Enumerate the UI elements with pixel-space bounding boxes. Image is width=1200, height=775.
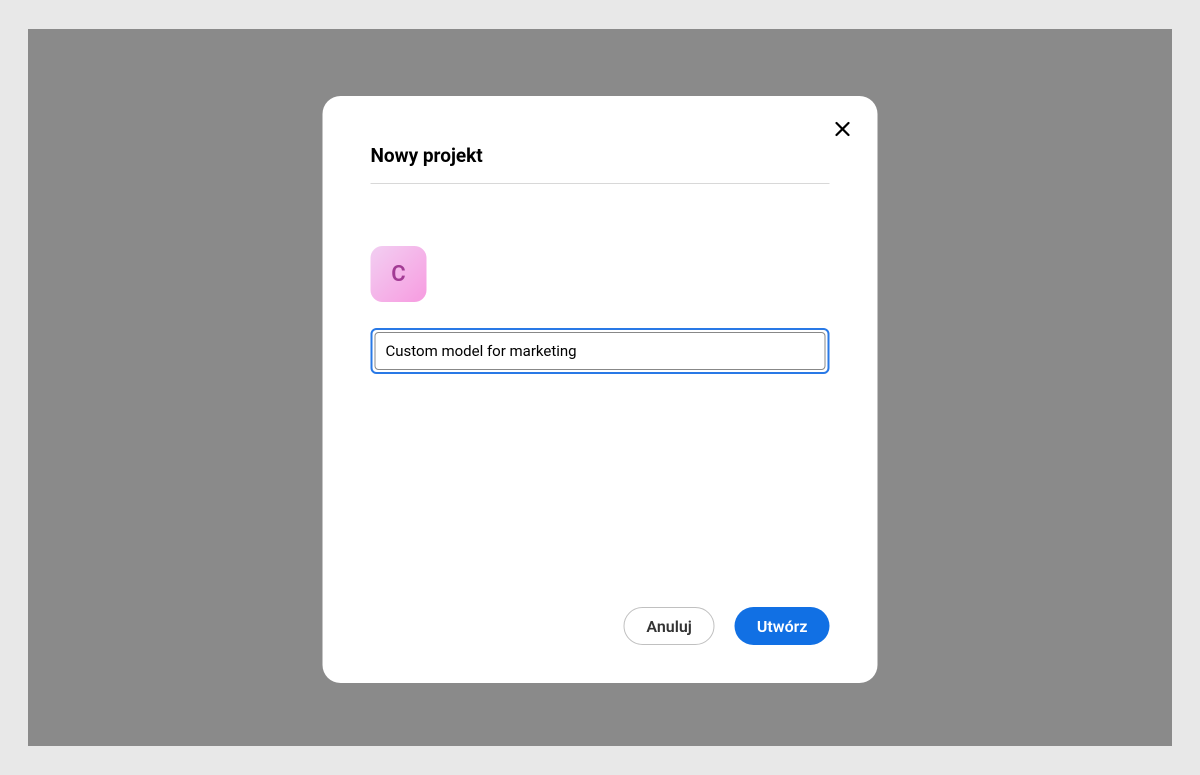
close-icon: [835, 121, 851, 137]
dialog-footer: Anuluj Utwórz: [623, 607, 829, 645]
project-name-focus-ring: [371, 328, 830, 374]
dialog-content: Nowy projekt C: [323, 96, 878, 374]
cancel-button[interactable]: Anuluj: [623, 607, 715, 645]
new-project-dialog: Nowy projekt C Anuluj Utwórz: [323, 96, 878, 683]
project-name-field-wrapper: [371, 328, 830, 374]
close-button[interactable]: [832, 118, 854, 140]
project-name-input[interactable]: [375, 332, 826, 370]
create-button-label: Utwórz: [757, 617, 808, 636]
create-button[interactable]: Utwórz: [735, 607, 830, 645]
project-icon: C: [371, 246, 427, 302]
project-icon-letter: C: [391, 262, 405, 287]
cancel-button-label: Anuluj: [646, 617, 692, 636]
dialog-title: Nowy projekt: [371, 144, 830, 184]
